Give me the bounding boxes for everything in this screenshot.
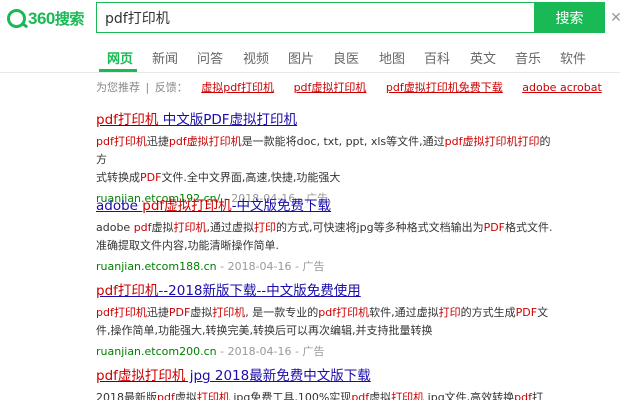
suggest-link[interactable]: pdf虚拟打印机免费下载 — [386, 81, 503, 94]
search-result: pdf打印机--2018新版下载--中文版免费使用 pdf打印机迅捷PDF虚拟打… — [96, 279, 556, 359]
feedback-link[interactable]: 反馈： — [155, 81, 188, 94]
tab-software[interactable]: 软件 — [560, 48, 586, 67]
tab-doctor[interactable]: 良医 — [333, 48, 359, 67]
suggestion-bar: 为您推荐 | 反馈： 虚拟pdf打印机 pdf虚拟打印机 pdf虚拟打印机免费下… — [96, 79, 604, 95]
tab-news[interactable]: 新闻 — [152, 48, 178, 67]
logo-text: 360搜索 — [28, 8, 84, 28]
tab-english[interactable]: 英文 — [470, 48, 496, 67]
result-snippet: 2018最新版pdf虚拟打印机 jpg免费工具,100%实现pdf虚拟打印机 j… — [96, 391, 544, 400]
search-result: pdf虚拟打印机 jpg 2018最新免费中文版下载 2018最新版pdf虚拟打… — [96, 364, 556, 400]
result-snippet: pdf打印机迅捷PDF虚拟打印机, 是一款专业的pdf打印机软件,通过虚拟打印的… — [96, 306, 549, 337]
vertical-tabs: 网页 新闻 问答 视频 图片 良医 地图 百科 英文 音乐 软件 — [0, 36, 620, 73]
tab-web[interactable]: 网页 — [107, 48, 133, 67]
suggest-link[interactable]: pdf虚拟打印机 — [294, 81, 367, 94]
header: 360搜索 ✕ 搜索 — [0, 0, 620, 36]
search-box: ✕ — [96, 2, 620, 33]
magnifier-logo-icon — [7, 8, 26, 28]
result-snippet: adobe pdf虚拟打印机,通过虚拟打印的方式,可快速将jpg等多种格式文档输… — [96, 221, 553, 252]
result-url: ruanjian.etcom200.cn - 2018-04-16 - 广告 — [96, 345, 325, 358]
suggest-link[interactable]: 虚拟pdf打印机 — [201, 81, 274, 94]
tab-video[interactable]: 视频 — [243, 48, 269, 67]
tab-baike[interactable]: 百科 — [424, 48, 450, 67]
logo[interactable]: 360搜索 — [7, 8, 84, 28]
tab-map[interactable]: 地图 — [379, 48, 405, 67]
suggest-link[interactable]: adobe acrobat — [522, 81, 602, 94]
result-url: ruanjian.etcom188.cn - 2018-04-16 - 广告 — [96, 260, 325, 273]
search-button[interactable]: 搜索 — [534, 2, 605, 33]
result-snippet: pdf打印机迅捷pdf虚拟打印机是一款能将doc, txt, ppt, xls等… — [96, 135, 551, 184]
close-icon[interactable]: ✕ — [609, 11, 620, 25]
search-input[interactable] — [105, 8, 505, 28]
result-title-link[interactable]: adobe pdf虚拟打印机-中文版免费下载 — [96, 194, 556, 214]
active-tab-indicator — [99, 69, 137, 72]
tab-images[interactable]: 图片 — [288, 48, 314, 67]
tab-music[interactable]: 音乐 — [515, 48, 541, 67]
search-result: adobe pdf虚拟打印机-中文版免费下载 adobe pdf虚拟打印机,通过… — [96, 194, 556, 274]
result-title-link[interactable]: pdf虚拟打印机 jpg 2018最新免费中文版下载 — [96, 364, 556, 384]
tab-qa[interactable]: 问答 — [197, 48, 223, 67]
result-title-link[interactable]: pdf打印机--2018新版下载--中文版免费使用 — [96, 279, 556, 299]
result-title-link[interactable]: pdf打印机 中文版PDF虚拟打印机 — [96, 108, 556, 128]
search-result: pdf打印机 中文版PDF虚拟打印机 pdf打印机迅捷pdf虚拟打印机是一款能将… — [96, 108, 556, 206]
suggest-prefix: 为您推荐 — [96, 81, 140, 94]
suggest-separator: | — [145, 81, 150, 94]
